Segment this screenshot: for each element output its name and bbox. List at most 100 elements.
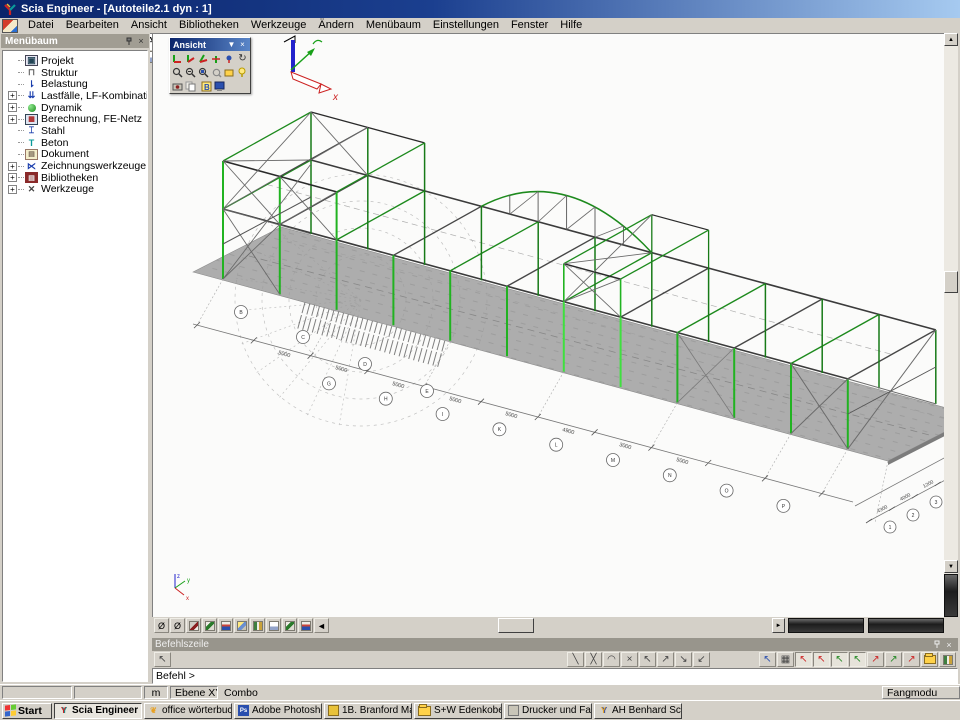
taskbar-item-woerterbuch[interactable]: ❦ office wörterbuch ... [144,703,232,719]
status-unit[interactable]: m [144,686,168,699]
mini-tool-button[interactable] [234,618,249,633]
view-params-button[interactable]: B [200,80,213,93]
tree-item-lastfaelle[interactable]: +⇊Lastfälle, LF-Kombinationen [7,90,147,102]
mini-tool-button[interactable] [250,618,265,633]
menu-hilfe[interactable]: Hilfe [554,18,588,33]
tree-item-zeichnungswerkzeuge[interactable]: +⋉Zeichnungswerkzeuge [7,160,147,172]
taskbar-item-edenkoben[interactable]: S+W Edenkoben [414,703,502,719]
tree-item-struktur[interactable]: ⊓Struktur [7,67,147,79]
menu-einstellungen[interactable]: Einstellungen [427,18,505,33]
expand-icon[interactable]: + [8,173,17,182]
render-button[interactable] [171,80,184,93]
copy-view-button[interactable] [184,80,197,93]
view-axo-button[interactable] [210,52,223,65]
expand-icon[interactable]: + [8,91,17,100]
select-line-button[interactable]: ╲ [567,652,584,667]
horizontal-scroll-thumb[interactable] [498,618,534,633]
mini-tool-button[interactable] [186,618,201,633]
menu-aendern[interactable]: Ändern [312,18,359,33]
close-icon[interactable]: × [135,36,147,47]
scroll-left-icon[interactable]: ◄ [314,618,329,633]
tree-item-berechnung[interactable]: +▦Berechnung, FE-Netz [7,113,147,125]
select-invert-button[interactable]: ↙ [693,652,710,667]
select-arc-button[interactable]: ◠ [603,652,620,667]
scroll-down-icon[interactable]: ▼ [944,560,958,573]
view-y-button[interactable] [184,52,197,65]
light-button[interactable] [236,66,249,79]
menu-fenster[interactable]: Fenster [505,18,554,33]
rotate-view-button[interactable]: ↻ [236,52,249,65]
mini-tool-button[interactable] [282,618,297,633]
mini-tool-button[interactable] [298,618,313,633]
status-snap-mode[interactable]: Fangmodu [882,686,960,699]
select-add-button[interactable]: ↗ [657,652,674,667]
pointer-mode-button[interactable]: ↖ [154,652,171,667]
snap-point-button[interactable]: ↗ [903,652,920,667]
select-remove-button[interactable]: ↘ [675,652,692,667]
grid-snap-button[interactable]: ▦ [777,652,794,667]
menu-werkzeuge[interactable]: Werkzeuge [245,18,312,33]
mdi-document-icon[interactable] [2,19,18,33]
menu-ansicht[interactable]: Ansicht [125,18,173,33]
pin-icon[interactable] [931,639,943,650]
deselect-button[interactable]: × [621,652,638,667]
zoom-out-button[interactable] [184,66,197,79]
taskbar-item-branford[interactable]: 1B. Branford Marsa... [324,703,412,719]
taskbar-item-scia[interactable]: Y Scia Engineer - [... [54,703,142,719]
screen-button[interactable] [213,80,226,93]
ansicht-toolbar-header[interactable]: Ansicht ▼ × [170,38,250,51]
tree-item-projekt[interactable]: ▣Projekt [7,55,147,67]
view-x-button[interactable] [171,52,184,65]
vertical-scroll-thumb[interactable] [944,271,958,293]
ansicht-floating-toolbar[interactable]: Ansicht ▼ × ↻ [169,37,251,94]
tree-item-werkzeuge[interactable]: +✕Werkzeuge [7,184,147,196]
toolbar-dropdown-icon[interactable]: ▼ [226,40,237,50]
snap-folder-button[interactable] [921,652,938,667]
close-icon[interactable]: × [943,639,955,650]
snap-intersect-button[interactable]: ↖ [849,652,866,667]
tree-item-dynamik[interactable]: +Dynamik [7,102,147,114]
link-toggle-button[interactable]: Ø [170,618,185,633]
cursor-snap-button[interactable]: ↖ [759,652,776,667]
snap-list-button[interactable] [939,652,956,667]
snap-end-button[interactable]: ↖ [813,652,830,667]
zoom-all-button[interactable] [210,66,223,79]
mini-tool-button[interactable] [266,618,281,633]
command-input[interactable]: Befehl > [152,668,958,684]
taskbar-item-drucker[interactable]: Drucker und Faxg... [504,703,592,719]
tree-item-beton[interactable]: TBeton [7,137,147,149]
menu-menubaum[interactable]: Menübaum [360,18,427,33]
menu-datei[interactable]: Datei [22,18,60,33]
snap-ortho-button[interactable]: ↗ [867,652,884,667]
zoom-window-button[interactable] [197,66,210,79]
taskbar-item-benhard[interactable]: Y AH Benhard Scree... [594,703,682,719]
mini-tool-button[interactable] [218,618,233,633]
tree-item-stahl[interactable]: ⌶Stahl [7,125,147,137]
snap-node-button[interactable]: ↖ [795,652,812,667]
tree-item-belastung[interactable]: ⇂Belastung [7,78,147,90]
expand-icon[interactable]: + [8,103,17,112]
link-toggle-button[interactable]: Ø [154,618,169,633]
scroll-up-icon[interactable]: ▲ [944,33,958,46]
mini-tool-button[interactable] [202,618,217,633]
zoom-selection-button[interactable] [223,66,236,79]
taskbar-item-photoshop[interactable]: Ps Adobe Photoshop ... [234,703,322,719]
model-viewport[interactable]: 5000 5000 5000 5000 5000 4900 3000 5000 … [152,33,944,617]
expand-icon[interactable]: + [8,185,17,194]
status-plane[interactable]: Ebene XY [170,686,218,699]
start-button[interactable]: Start [2,703,52,719]
pin-icon[interactable] [123,36,135,47]
viewport-vertical-scrollbar[interactable]: ▲ ▼ [944,33,958,617]
scroll-right-icon[interactable]: ► [772,618,785,633]
tree-item-dokument[interactable]: ▤Dokument [7,149,147,161]
expand-icon[interactable]: + [8,115,17,124]
snap-mid-button[interactable]: ↖ [831,652,848,667]
status-load-case[interactable]: Combo [220,686,340,699]
view-z-button[interactable] [197,52,210,65]
select-prev-button[interactable]: ↖ [639,652,656,667]
menu-bibliotheken[interactable]: Bibliotheken [173,18,245,33]
select-cross-button[interactable]: ╳ [585,652,602,667]
expand-icon[interactable]: + [8,162,17,171]
snap-tangent-button[interactable]: ↗ [885,652,902,667]
zoom-in-button[interactable] [171,66,184,79]
